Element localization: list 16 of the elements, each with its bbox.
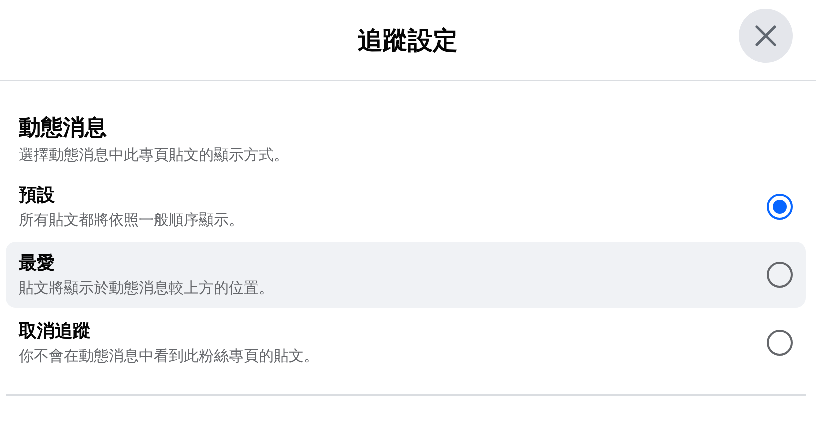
option-row[interactable]: 取消追蹤 你不會在動態消息中看到此粉絲專頁的貼文。 — [6, 310, 806, 376]
option-label: 預設 — [19, 184, 56, 208]
radio-button[interactable] — [767, 262, 793, 288]
option-description: 貼文將顯示於動態消息較上方的位置。 — [19, 278, 274, 299]
option-row[interactable]: 預設 所有貼文都將依照一般順序顯示。 — [6, 174, 806, 240]
option-label: 取消追蹤 — [19, 320, 92, 344]
section-description: 選擇動態消息中此專頁貼文的顯示方式。 — [18, 145, 290, 166]
option-row[interactable]: 最愛 貼文將顯示於動態消息較上方的位置。 — [6, 242, 806, 308]
option-label: 最愛 — [19, 252, 56, 276]
section-heading: 動態消息 — [18, 115, 108, 143]
option-description: 所有貼文都將依照一般順序顯示。 — [19, 210, 244, 231]
radio-button[interactable] — [767, 330, 793, 356]
option-description: 你不會在動態消息中看到此粉絲專頁的貼文。 — [19, 346, 319, 367]
radio-button[interactable] — [767, 194, 793, 220]
close-icon — [755, 25, 777, 47]
dialog-title: 追蹤設定 — [358, 24, 458, 56]
